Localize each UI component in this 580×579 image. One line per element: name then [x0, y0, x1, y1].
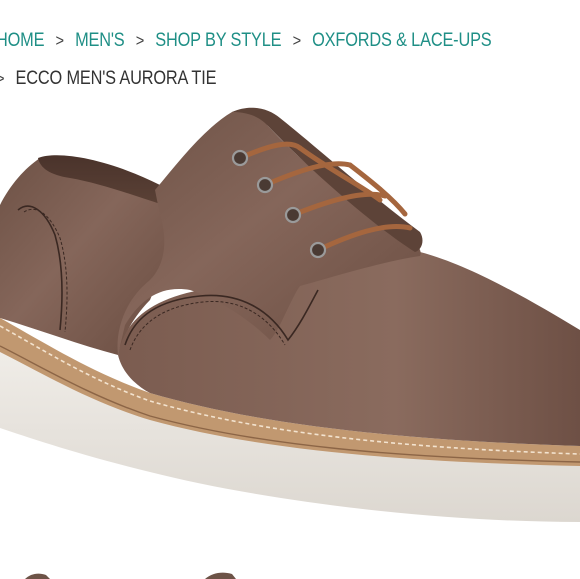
breadcrumb-separator: >: [55, 31, 65, 50]
breadcrumb-oxfords-lace-ups[interactable]: OXFORDS & LACE-UPS: [312, 30, 492, 51]
thumbnail-2: [205, 572, 236, 579]
breadcrumb-separator: >: [292, 31, 302, 50]
thumbnail-1: [25, 573, 50, 579]
breadcrumb-current-row: > ECCO MEN'S AURORA TIE: [0, 68, 217, 90]
thumbnail-strip[interactable]: [0, 568, 580, 579]
product-page: HOME > MEN'S > SHOP BY STYLE > OXFORDS & LACE-…: [0, 0, 580, 579]
breadcrumb-separator: >: [135, 31, 145, 50]
breadcrumb-shop-by-style[interactable]: SHOP BY STYLE: [155, 30, 281, 51]
product-image[interactable]: [0, 100, 580, 579]
breadcrumb-mens[interactable]: MEN'S: [75, 30, 125, 51]
breadcrumb-current-page: ECCO MEN'S AURORA TIE: [15, 68, 217, 89]
breadcrumb-separator: >: [0, 69, 5, 89]
breadcrumb: HOME > MEN'S > SHOP BY STYLE > OXFORDS & LACE-…: [0, 30, 492, 52]
breadcrumb-home[interactable]: HOME: [0, 30, 45, 51]
